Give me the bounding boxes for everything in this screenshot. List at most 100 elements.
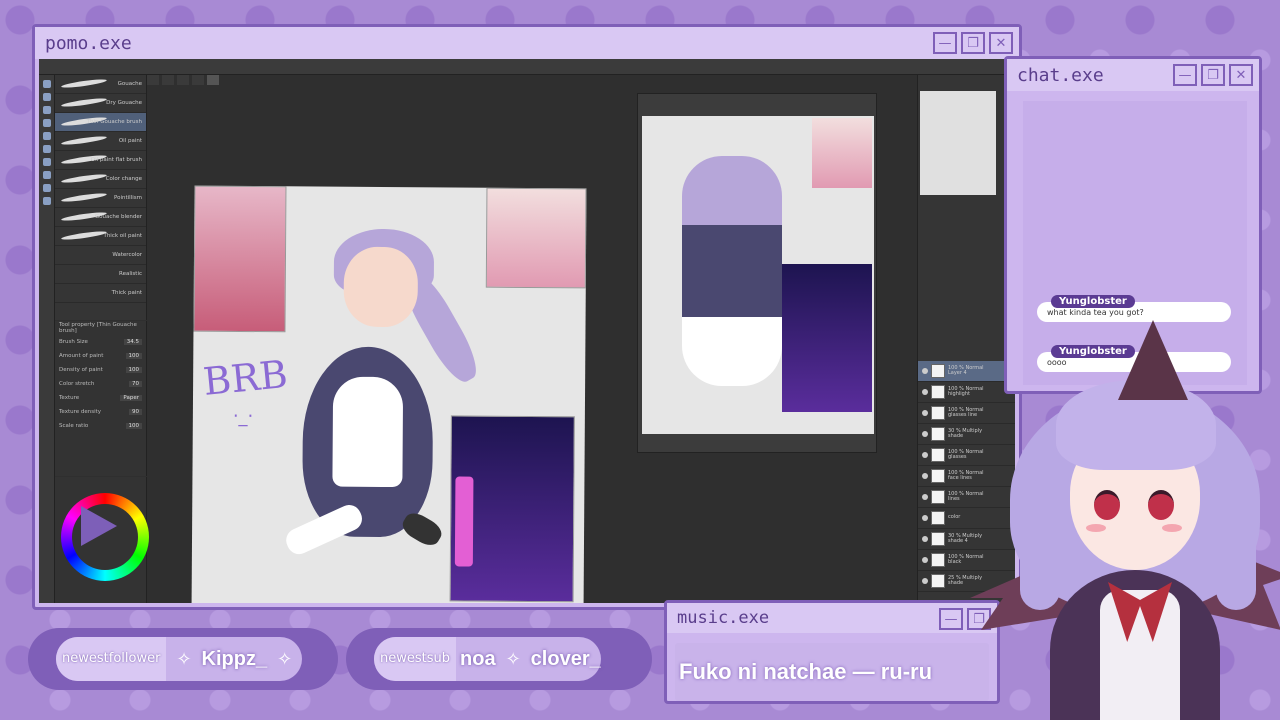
layer-thumbnail [931,553,945,567]
property-row[interactable]: Texture Paper [55,391,146,405]
document-tab[interactable] [177,75,189,85]
shape-tool-icon[interactable] [43,197,51,205]
property-value[interactable]: 100 [125,367,142,373]
layer-thumbnail [931,469,945,483]
sparkle-icon: ✧ [505,648,521,670]
move-tool-icon[interactable] [43,80,51,88]
brush-item[interactable]: Color change [55,170,146,189]
brush-item[interactable]: Realistic [55,265,146,284]
brush-name: Realistic [119,271,142,277]
label-line: follower [108,651,161,667]
brush-item-selected[interactable]: Thin Gouache brush [55,113,146,132]
navigator-canvas[interactable] [642,116,874,434]
eraser-tool-icon[interactable] [43,158,51,166]
fill-tool-icon[interactable] [43,171,51,179]
pen-tool-icon[interactable] [43,132,51,140]
close-icon[interactable]: ✕ [1229,64,1253,86]
brush-item[interactable]: Oil paint [55,132,146,151]
document-tab[interactable] [162,75,174,85]
eye-icon[interactable] [922,389,928,395]
eye-icon[interactable] [922,536,928,542]
property-value[interactable]: 34.5 [123,339,142,345]
property-name: Texture [59,395,80,401]
brush-name: Gouache [117,81,142,87]
document-tab[interactable] [147,75,159,85]
layer-info: 30 % Multiply shade 4 [948,533,982,545]
brush-item[interactable]: Gouache [55,75,146,94]
document-tab-active[interactable] [207,75,219,85]
reference-photo [485,187,587,289]
eyedropper-tool-icon[interactable] [43,119,51,127]
layer-thumbnail [931,532,945,546]
layer-name: highlight [948,391,970,397]
brush-tool-icon[interactable] [43,145,51,153]
eye-icon[interactable] [922,494,928,500]
zoom-tool-icon[interactable] [43,93,51,101]
minimize-icon[interactable]: — [933,32,957,54]
layer-name: black [948,559,962,565]
eye-icon[interactable] [922,578,928,584]
close-icon[interactable]: ✕ [989,32,1013,54]
property-value[interactable]: 70 [129,381,142,387]
pomo-title: pomo.exe [45,32,132,54]
eye-icon[interactable] [922,431,928,437]
eye-icon[interactable] [922,368,928,374]
text-tool-icon[interactable] [43,184,51,192]
layer-name: shade [948,580,964,586]
property-value[interactable]: Paper [120,395,142,401]
property-row[interactable]: Density of paint 100 [55,363,146,377]
color-triangle[interactable] [81,506,117,546]
maximize-icon[interactable]: ❐ [1201,64,1225,86]
property-row[interactable]: Brush Size 34.5 [55,335,146,349]
property-row[interactable]: Amount of paint 100 [55,349,146,363]
newest-follower-pill: newest follower ✧ Kippz_ ✧ [28,628,338,690]
tool-strip [39,75,55,603]
property-row[interactable]: Scale ratio 100 [55,419,146,433]
brush-item[interactable]: Oil paint flat brush [55,151,146,170]
minimize-icon[interactable]: — [1173,64,1197,86]
newest-sub-name: clover_ [530,647,601,670]
avatar-blush [1162,524,1182,532]
eye-icon[interactable] [922,452,928,458]
drawing-canvas[interactable]: BRB ·_· [191,185,587,603]
layer-thumbnail [931,490,945,504]
eye-icon[interactable] [922,473,928,479]
layer-info: 100 % Normal face lines [948,470,984,482]
selection-tool-icon[interactable] [43,106,51,114]
color-wheel[interactable] [61,493,149,581]
document-tab[interactable] [192,75,204,85]
maximize-icon[interactable]: ❐ [961,32,985,54]
avatar-blush [1086,524,1106,532]
brush-name: Dry Gouache [106,100,142,106]
brush-name: Gouache blender [94,214,142,220]
property-name: Brush Size [59,339,88,345]
brush-item[interactable]: Gouache blender [55,208,146,227]
eye-icon[interactable] [922,557,928,563]
label-line: sub [426,651,451,667]
property-value[interactable]: 100 [125,353,142,359]
chat-title: chat.exe [1017,64,1104,86]
vtuber-avatar [970,320,1280,720]
brush-name: Thin Gouache brush [86,119,142,125]
brush-item[interactable]: Dry Gouache [55,94,146,113]
brush-name: Thick paint [111,290,142,296]
property-row[interactable]: Texture density 90 [55,405,146,419]
brush-item[interactable]: Thick paint [55,284,146,303]
brush-item[interactable]: Pointillism [55,189,146,208]
property-row[interactable]: Color stretch 70 [55,377,146,391]
property-name: Texture density [59,409,102,415]
navigator-thumbnail[interactable] [920,91,996,195]
brush-stroke-preview [60,96,108,109]
minimize-icon[interactable]: — [939,608,963,630]
brush-name: Pointillism [114,195,142,201]
property-value[interactable]: 100 [125,423,142,429]
eye-icon[interactable] [922,410,928,416]
pomo-title-bar[interactable]: pomo.exe [35,27,1019,59]
eye-icon[interactable] [922,515,928,521]
newest-follower-name: Kippz_ [201,647,268,670]
brush-item[interactable]: Thick oil paint [55,227,146,246]
layer-blend: Multiply [962,574,983,581]
brush-item[interactable]: Watercolor [55,246,146,265]
app-toolbar[interactable] [39,59,1015,75]
property-value[interactable]: 90 [129,409,142,415]
